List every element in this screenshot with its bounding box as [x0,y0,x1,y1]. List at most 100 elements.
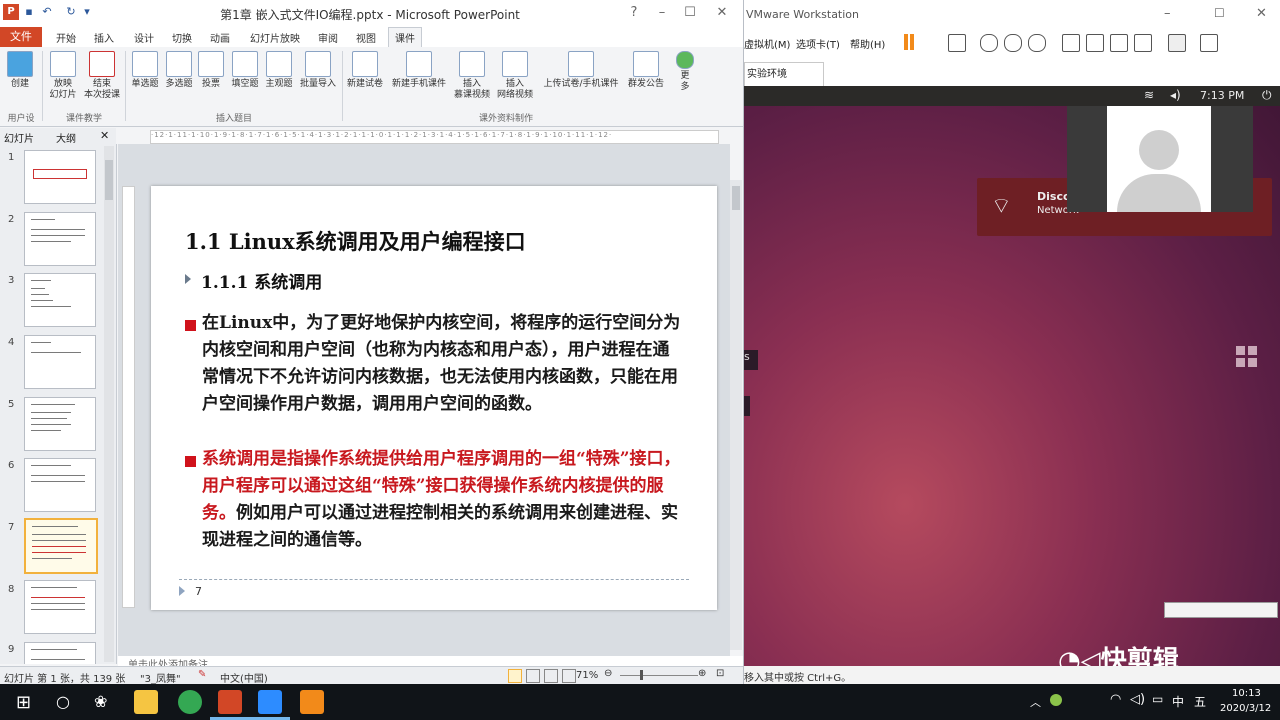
file-explorer-icon[interactable] [134,690,158,714]
zoom-slider[interactable] [620,675,698,676]
slide-title[interactable]: 1.1 Linux系统调用及用户编程接口 [185,226,526,256]
minimize-button[interactable]: – [648,4,676,22]
menu-vm[interactable]: 虚拟机(M) [744,36,790,51]
batch-import-button[interactable]: 批量导入 [296,51,340,90]
send-keys-icon[interactable] [948,34,966,52]
tab-insert[interactable]: 插入 [94,30,114,45]
vote-button[interactable]: 投票 [196,51,226,90]
clock-time[interactable]: 10:13 [1232,688,1261,699]
upload-quiz-button[interactable]: 上传试卷/手机课件 [536,51,626,90]
help-icon[interactable]: ? [620,4,648,22]
slide-thumbnail-7[interactable] [24,518,98,574]
notes-pane[interactable]: 单击此处添加备注 [118,656,743,666]
tray-app-icon[interactable] [1050,694,1062,706]
tab-courseware[interactable]: 课件 [388,27,422,49]
tab-review[interactable]: 审阅 [318,30,338,45]
snapshot-manager-icon[interactable] [1028,34,1046,52]
slide-thumbnail-3[interactable] [24,273,96,327]
spellcheck-icon[interactable]: ✎ [198,669,206,680]
slide-thumbnail-1[interactable] [24,150,96,204]
normal-view-icon[interactable] [508,669,522,683]
slide-thumbnail-9[interactable] [24,642,96,664]
slide-paragraph-2[interactable]: 系统调用是指操作系统提供给用户程序调用的一组“特殊”接口，用户程序可以通过这组“… [202,446,682,554]
thumbnail-scrollbar[interactable] [104,146,114,662]
stretch-view-icon[interactable] [1200,34,1218,52]
play-slides-button[interactable]: 放映 幻灯片 [46,51,80,101]
close-panel-icon[interactable]: ✕ [100,129,109,142]
network-tray-icon[interactable]: ◠ [1110,692,1121,707]
zoom-in-icon[interactable]: ⊕ [698,668,706,679]
more-button[interactable]: 更 多 [672,51,698,93]
slide-thumbnail-6[interactable] [24,458,96,512]
volume-tray-icon[interactable]: ◁) [1130,692,1145,707]
file-tab[interactable]: 文件 [0,27,42,47]
editor-scrollbar[interactable] [730,180,742,650]
vm-maximize-button[interactable]: ☐ [1214,6,1225,20]
redo-icon[interactable]: ↻ [64,5,78,19]
insert-web-video-button[interactable]: 插入 网络视频 [494,51,536,101]
pause-icon[interactable] [904,34,908,50]
zoom-level[interactable]: 71% [576,670,598,681]
tab-view[interactable]: 视图 [356,30,376,45]
vm-device-icons[interactable] [1164,602,1278,618]
day-indicator[interactable]: 五 [1194,693,1206,710]
show-hidden-icons[interactable]: ︿ [1030,694,1041,710]
start-icon[interactable]: ⊞ [16,692,31,713]
slide-sorter-icon[interactable] [526,669,540,683]
end-class-button[interactable]: 结束 本次授课 [82,51,122,101]
chrome-icon[interactable] [178,690,202,714]
slideshow-view-icon[interactable] [562,669,576,683]
create-button[interactable]: 创建 [2,51,38,90]
revert-snapshot-icon[interactable] [1004,34,1022,52]
volume-icon[interactable]: ◂) [1170,88,1181,102]
new-quiz-button[interactable]: 新建试卷 [344,51,386,90]
single-choice-button[interactable]: 单选题 [128,51,162,90]
side-tab-icon[interactable]: s [744,350,758,370]
sidebar-view-icon[interactable] [1062,34,1080,52]
tab-view-icon[interactable] [1086,34,1104,52]
slide-canvas[interactable]: 1.1 Linux系统调用及用户编程接口 1.1.1 系统调用 在Linux中，… [151,186,717,610]
subjective-button[interactable]: 主观题 [262,51,296,90]
tab-animations[interactable]: 动画 [210,30,230,45]
slide-thumbnail-8[interactable] [24,580,96,634]
menu-tabs[interactable]: 选项卡(T) [796,36,840,51]
slide-thumbnail-5[interactable] [24,397,96,451]
ime-indicator[interactable]: 中 [1172,693,1184,710]
vm-tab[interactable]: 实验环境 V14A✕ [744,62,824,104]
slide-paragraph-1[interactable]: 在Linux中，为了更好地保护内核空间，将程序的运行空间分为内核空间和用户空间（… [202,310,682,418]
tab-slides[interactable]: 幻灯片 [4,130,34,145]
vm-minimize-button[interactable]: – [1164,6,1171,21]
notifications-tray-icon[interactable]: ▭ [1152,692,1163,706]
slide-subtitle[interactable]: 1.1.1 系统调用 [201,268,322,293]
multi-choice-button[interactable]: 多选题 [162,51,196,90]
side-tab-icon[interactable] [744,396,750,416]
maximize-button[interactable]: ☐ [676,4,704,22]
slide-thumbnail-2[interactable] [24,212,96,266]
apps-grid-icon[interactable] [1236,346,1258,368]
broadcast-notice-button[interactable]: 群发公告 [624,51,668,90]
unity-icon[interactable] [1134,34,1152,52]
close-button[interactable]: ✕ [708,4,736,22]
power-menu-icon[interactable]: ⏻ [1262,88,1272,103]
menu-help[interactable]: 帮助(H) [850,36,885,51]
task-view-icon[interactable]: ❀ [94,692,107,711]
vm-close-button[interactable]: ✕ [1256,6,1267,21]
clock-date[interactable]: 2020/3/12 [1220,703,1271,714]
tab-home[interactable]: 开始 [56,30,76,45]
insert-mooc-video-button[interactable]: 插入 慕课视频 [452,51,492,101]
new-mobile-courseware-button[interactable]: 新建手机课件 [386,51,452,90]
slide-thumbnail-4[interactable] [24,335,96,389]
fit-window-icon[interactable]: ⊡ [716,668,724,679]
tab-outline[interactable]: 大纲 [56,130,76,145]
wifi-icon[interactable]: ≋ [1144,88,1154,102]
meeting-app-icon[interactable] [258,690,282,714]
reading-view-icon[interactable] [544,669,558,683]
save-icon[interactable]: ▪ [22,5,36,19]
console-view-icon[interactable] [1168,34,1186,52]
snapshot-icon[interactable] [980,34,998,52]
tab-transitions[interactable]: 切换 [172,30,192,45]
language-indicator[interactable]: 中文(中国) [220,670,268,684]
search-icon[interactable]: ○ [56,692,70,711]
customize-qat-icon[interactable]: ▾ [80,5,94,19]
tab-design[interactable]: 设计 [134,30,154,45]
